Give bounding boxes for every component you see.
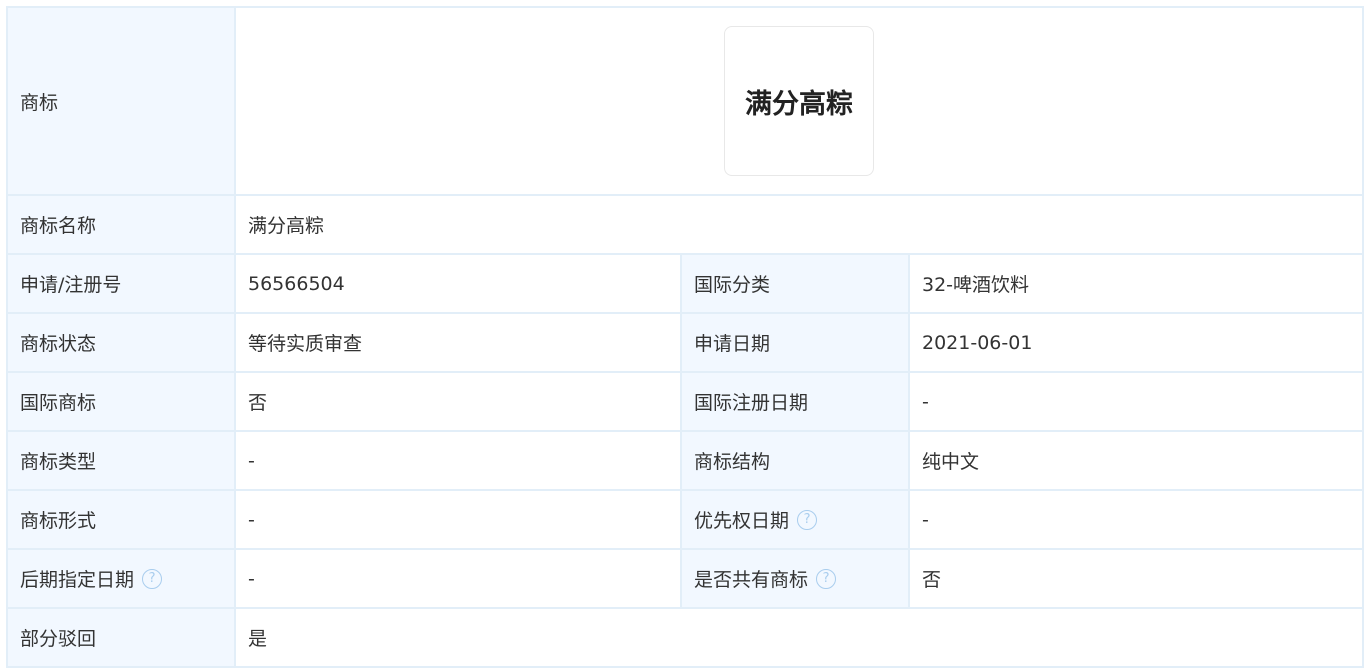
table-row: 后期指定日期? - 是否共有商标? 否: [6, 548, 1365, 609]
table-row: 部分驳回 是: [6, 607, 1365, 668]
shared-mark-label: 是否共有商标: [694, 569, 809, 591]
shared-mark-label-cell: 是否共有商标?: [680, 548, 910, 609]
later-designation-date-label: 后期指定日期: [20, 569, 135, 591]
priority-date-value: -: [907, 489, 1365, 550]
question-circle-icon[interactable]: ?: [816, 568, 837, 589]
intl-class-value: 32-啤酒饮料: [907, 253, 1365, 314]
partial-reject-value: 是: [233, 607, 1365, 668]
logo-row: 商标 满分高粽: [6, 6, 1365, 196]
intl-reg-date-label: 国际注册日期: [680, 371, 910, 432]
question-circle-icon[interactable]: ?: [797, 509, 818, 530]
table-row: 国际商标 否 国际注册日期 -: [6, 371, 1365, 432]
name-value: 满分高粽: [233, 194, 1365, 255]
apply-date-value: 2021-06-01: [907, 312, 1365, 373]
reg-no-label: 申请/注册号: [6, 253, 236, 314]
trademark-logo-image[interactable]: 满分高粽: [724, 26, 875, 176]
logo-cell: 满分高粽: [233, 6, 1365, 196]
mark-structure-label: 商标结构: [680, 430, 910, 491]
reg-no-value: 56566504: [234, 253, 682, 314]
later-designation-date-value: -: [234, 548, 682, 609]
intl-mark-value: 否: [234, 371, 682, 432]
logo-label: 商标: [6, 6, 236, 196]
priority-date-label-cell: 优先权日期?: [680, 489, 910, 550]
later-designation-date-label-cell: 后期指定日期?: [6, 548, 236, 609]
intl-mark-label: 国际商标: [6, 371, 236, 432]
name-label: 商标名称: [6, 194, 236, 255]
table-row: 申请/注册号 56566504 国际分类 32-啤酒饮料: [6, 253, 1365, 314]
intl-reg-date-value: -: [907, 371, 1365, 432]
shared-mark-value: 否: [907, 548, 1365, 609]
mark-form-value: -: [234, 489, 682, 550]
status-value: 等待实质审查: [234, 312, 682, 373]
trademark-logo-text: 满分高粽: [745, 88, 854, 120]
table-row: 商标类型 - 商标结构 纯中文: [6, 430, 1365, 491]
mark-structure-value: 纯中文: [907, 430, 1365, 491]
table-row: 商标状态 等待实质审查 申请日期 2021-06-01: [6, 312, 1365, 373]
mark-type-value: -: [234, 430, 682, 491]
apply-date-label: 申请日期: [680, 312, 910, 373]
mark-type-label: 商标类型: [6, 430, 236, 491]
intl-class-label: 国际分类: [680, 253, 910, 314]
mark-form-label: 商标形式: [6, 489, 236, 550]
table-row: 商标形式 - 优先权日期? -: [6, 489, 1365, 550]
priority-date-label: 优先权日期: [694, 510, 790, 532]
partial-reject-label: 部分驳回: [6, 607, 236, 668]
table-row: 商标名称 满分高粽: [6, 194, 1365, 255]
status-label: 商标状态: [6, 312, 236, 373]
question-circle-icon[interactable]: ?: [142, 568, 163, 589]
trademark-info-table: 商标 满分高粽 商标名称 满分高粽 申请/注册号 56566504 国际分类 3…: [6, 6, 1365, 668]
